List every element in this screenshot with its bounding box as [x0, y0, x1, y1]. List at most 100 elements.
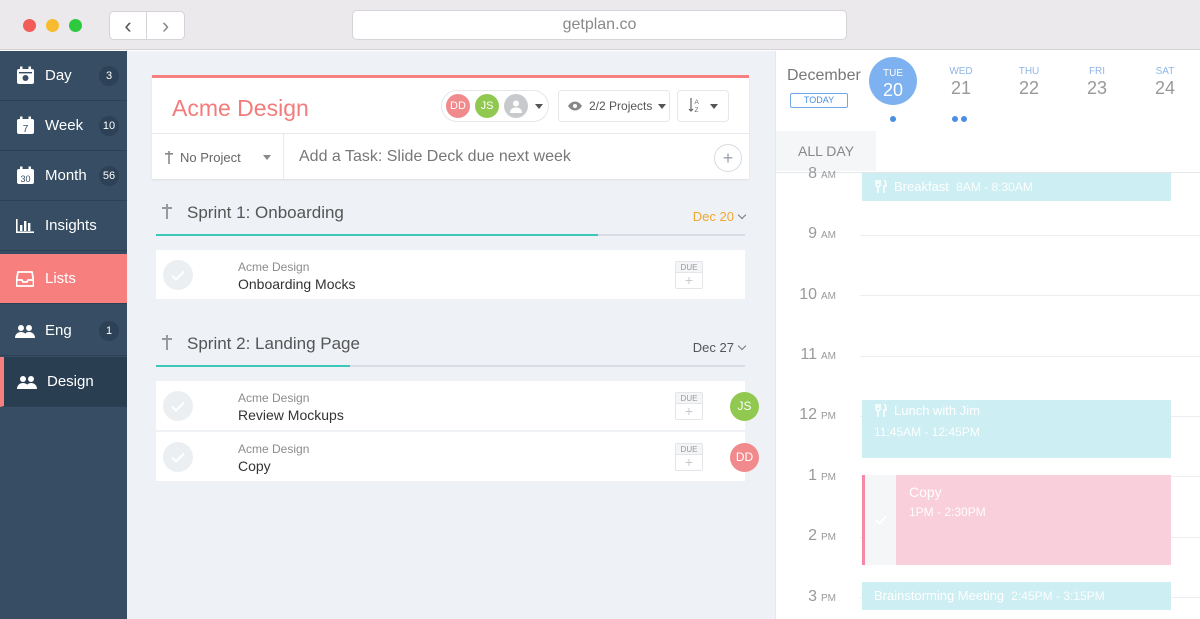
members-selector[interactable]: DD JS	[441, 90, 549, 122]
sidebar-item-label: Insights	[45, 217, 97, 234]
sprint-title[interactable]: Sprint 2: Landing Page	[187, 334, 360, 354]
project-select-label: No Project	[180, 149, 241, 165]
sprint-progress-fill	[156, 365, 351, 367]
task-row[interactable]: Acme Design Onboarding Mocks DUE +	[156, 250, 745, 300]
event-title: Breakfast	[894, 179, 949, 194]
sidebar-item-label: Day	[45, 67, 72, 84]
forward-button[interactable]: ›	[147, 12, 184, 39]
event-title: Brainstorming Meeting	[874, 588, 1005, 603]
task-name[interactable]: Review Mockups	[238, 407, 344, 423]
task-name[interactable]: Onboarding Mocks	[238, 276, 356, 292]
hour-line	[860, 295, 1200, 296]
sidebar-item-month[interactable]: 30 Month 56	[0, 151, 127, 201]
sidebar-item-label: Week	[45, 117, 84, 134]
projects-filter-button[interactable]: 2/2 Projects	[558, 90, 670, 122]
calendar-month: December	[787, 67, 861, 84]
fork-knife-icon	[874, 175, 888, 203]
sort-button[interactable]: AZ	[677, 90, 729, 122]
hour-label: 1 PM	[808, 467, 836, 484]
svg-text:A: A	[695, 99, 700, 106]
day-number: 24	[1154, 78, 1176, 98]
sidebar-item-insights[interactable]: Insights	[0, 201, 127, 251]
sprint-progress	[156, 234, 745, 236]
sidebar-item-label: Lists	[45, 270, 76, 287]
hour-label: 12 PM	[799, 406, 836, 423]
close-window-button[interactable]	[23, 19, 36, 32]
url-bar[interactable]: getplan.co	[352, 10, 847, 40]
sidebar-item-week[interactable]: 7 Week 10	[0, 101, 127, 151]
chevron-down-icon	[710, 103, 718, 109]
user-icon	[504, 94, 528, 118]
svg-text:7: 7	[22, 124, 28, 135]
assignee-avatar[interactable]: JS	[730, 392, 759, 421]
event-time: 1PM - 2:30PM	[909, 505, 986, 519]
sidebar-item-design[interactable]: Design	[0, 357, 127, 407]
add-task-button[interactable]: +	[714, 144, 742, 172]
day-number: 22	[1018, 78, 1040, 98]
calendar-event[interactable]: Brainstorming Meeting 2:45PM - 3:15PM	[862, 582, 1171, 610]
zoom-window-button[interactable]	[69, 19, 82, 32]
event-title: Copy	[909, 484, 942, 500]
sprint-progress-fill	[156, 234, 598, 236]
day-name: WED	[949, 66, 973, 77]
sidebar-item-lists[interactable]: Lists	[0, 254, 127, 304]
calendar-event[interactable]: Breakfast 8AM - 8:30AM	[862, 173, 1171, 201]
day-header-sat[interactable]: SAT 24	[1140, 51, 1190, 99]
sprint-pin-icon	[161, 335, 173, 350]
back-button[interactable]: ‹	[110, 12, 148, 39]
day-header-tue[interactable]: TUE 20	[869, 57, 917, 105]
event-time: 2:45PM - 3:15PM	[1011, 589, 1105, 603]
checkbox[interactable]	[163, 442, 193, 472]
today-button[interactable]: TODAY	[790, 93, 848, 108]
plus-icon: +	[684, 454, 694, 470]
event-checkbox[interactable]	[865, 475, 896, 565]
nav-buttons: ‹ ›	[109, 11, 185, 40]
sprint-progress	[156, 365, 745, 367]
sidebar-item-day[interactable]: Day 3	[0, 51, 127, 101]
plus-icon: +	[684, 272, 694, 288]
eye-icon	[567, 101, 583, 111]
due-date-button[interactable]: DUE +	[675, 392, 703, 420]
due-date-button[interactable]: DUE +	[675, 443, 703, 471]
calendar-event[interactable]: Copy 1PM - 2:30PM	[862, 475, 1171, 565]
sprint-date[interactable]: Dec 20	[693, 209, 747, 224]
avatar: DD	[446, 94, 470, 118]
sprint-date[interactable]: Dec 27	[692, 340, 747, 355]
checkbox[interactable]	[163, 391, 193, 421]
chevron-down-icon	[737, 210, 747, 220]
task-name[interactable]: Copy	[238, 458, 271, 474]
day-header-wed[interactable]: WED 21	[936, 51, 986, 99]
chevron-down-icon	[737, 341, 747, 351]
day-header-thu[interactable]: THU 22	[1004, 51, 1054, 99]
calendar-panel: December TODAY TUE 20 WED 21 THU 22 FRI …	[775, 51, 1200, 619]
minimize-window-button[interactable]	[46, 19, 59, 32]
calendar-month-icon: 30	[15, 166, 35, 186]
day-header-fri[interactable]: FRI 23	[1072, 51, 1122, 99]
pin-icon	[164, 150, 174, 164]
sidebar: Day 3 7 Week 10 30 Month 56 Insights Lis…	[0, 51, 127, 619]
fork-knife-icon	[874, 403, 888, 420]
project-header-card: Acme Design DD JS 2/2 Projects AZ No Pro…	[152, 75, 749, 180]
project-select[interactable]: No Project	[152, 134, 284, 180]
calendar-event[interactable]: Lunch with Jim 11:45AM - 12:45PM	[862, 400, 1171, 458]
project-title: Acme Design	[172, 95, 309, 121]
sprint-title[interactable]: Sprint 1: Onboarding	[187, 203, 344, 223]
task-project: Acme Design	[238, 391, 310, 405]
sidebar-item-eng[interactable]: Eng 1	[0, 306, 127, 356]
sidebar-item-label: Design	[47, 373, 94, 390]
sort-icon: AZ	[688, 97, 704, 116]
hour-label: 2 PM	[808, 527, 836, 544]
event-dot	[961, 116, 967, 122]
hour-label: 8 AM	[808, 165, 836, 182]
hour-label: 11 AM	[800, 346, 836, 363]
chart-icon	[15, 216, 35, 236]
due-date-button[interactable]: DUE +	[675, 261, 703, 289]
task-row[interactable]: Acme Design Review Mockups DUE + JS	[156, 381, 759, 431]
add-task-input[interactable]: Add a Task: Slide Deck due next week	[299, 134, 571, 180]
browser-chrome: ‹ › getplan.co	[0, 0, 1200, 50]
task-row[interactable]: Acme Design Copy DUE + DD	[156, 432, 759, 482]
checkbox[interactable]	[163, 260, 193, 290]
sprint-date-label: Dec 27	[692, 340, 734, 355]
assignee-avatar[interactable]: DD	[730, 443, 759, 472]
hour-label: 3 PM	[808, 588, 836, 605]
